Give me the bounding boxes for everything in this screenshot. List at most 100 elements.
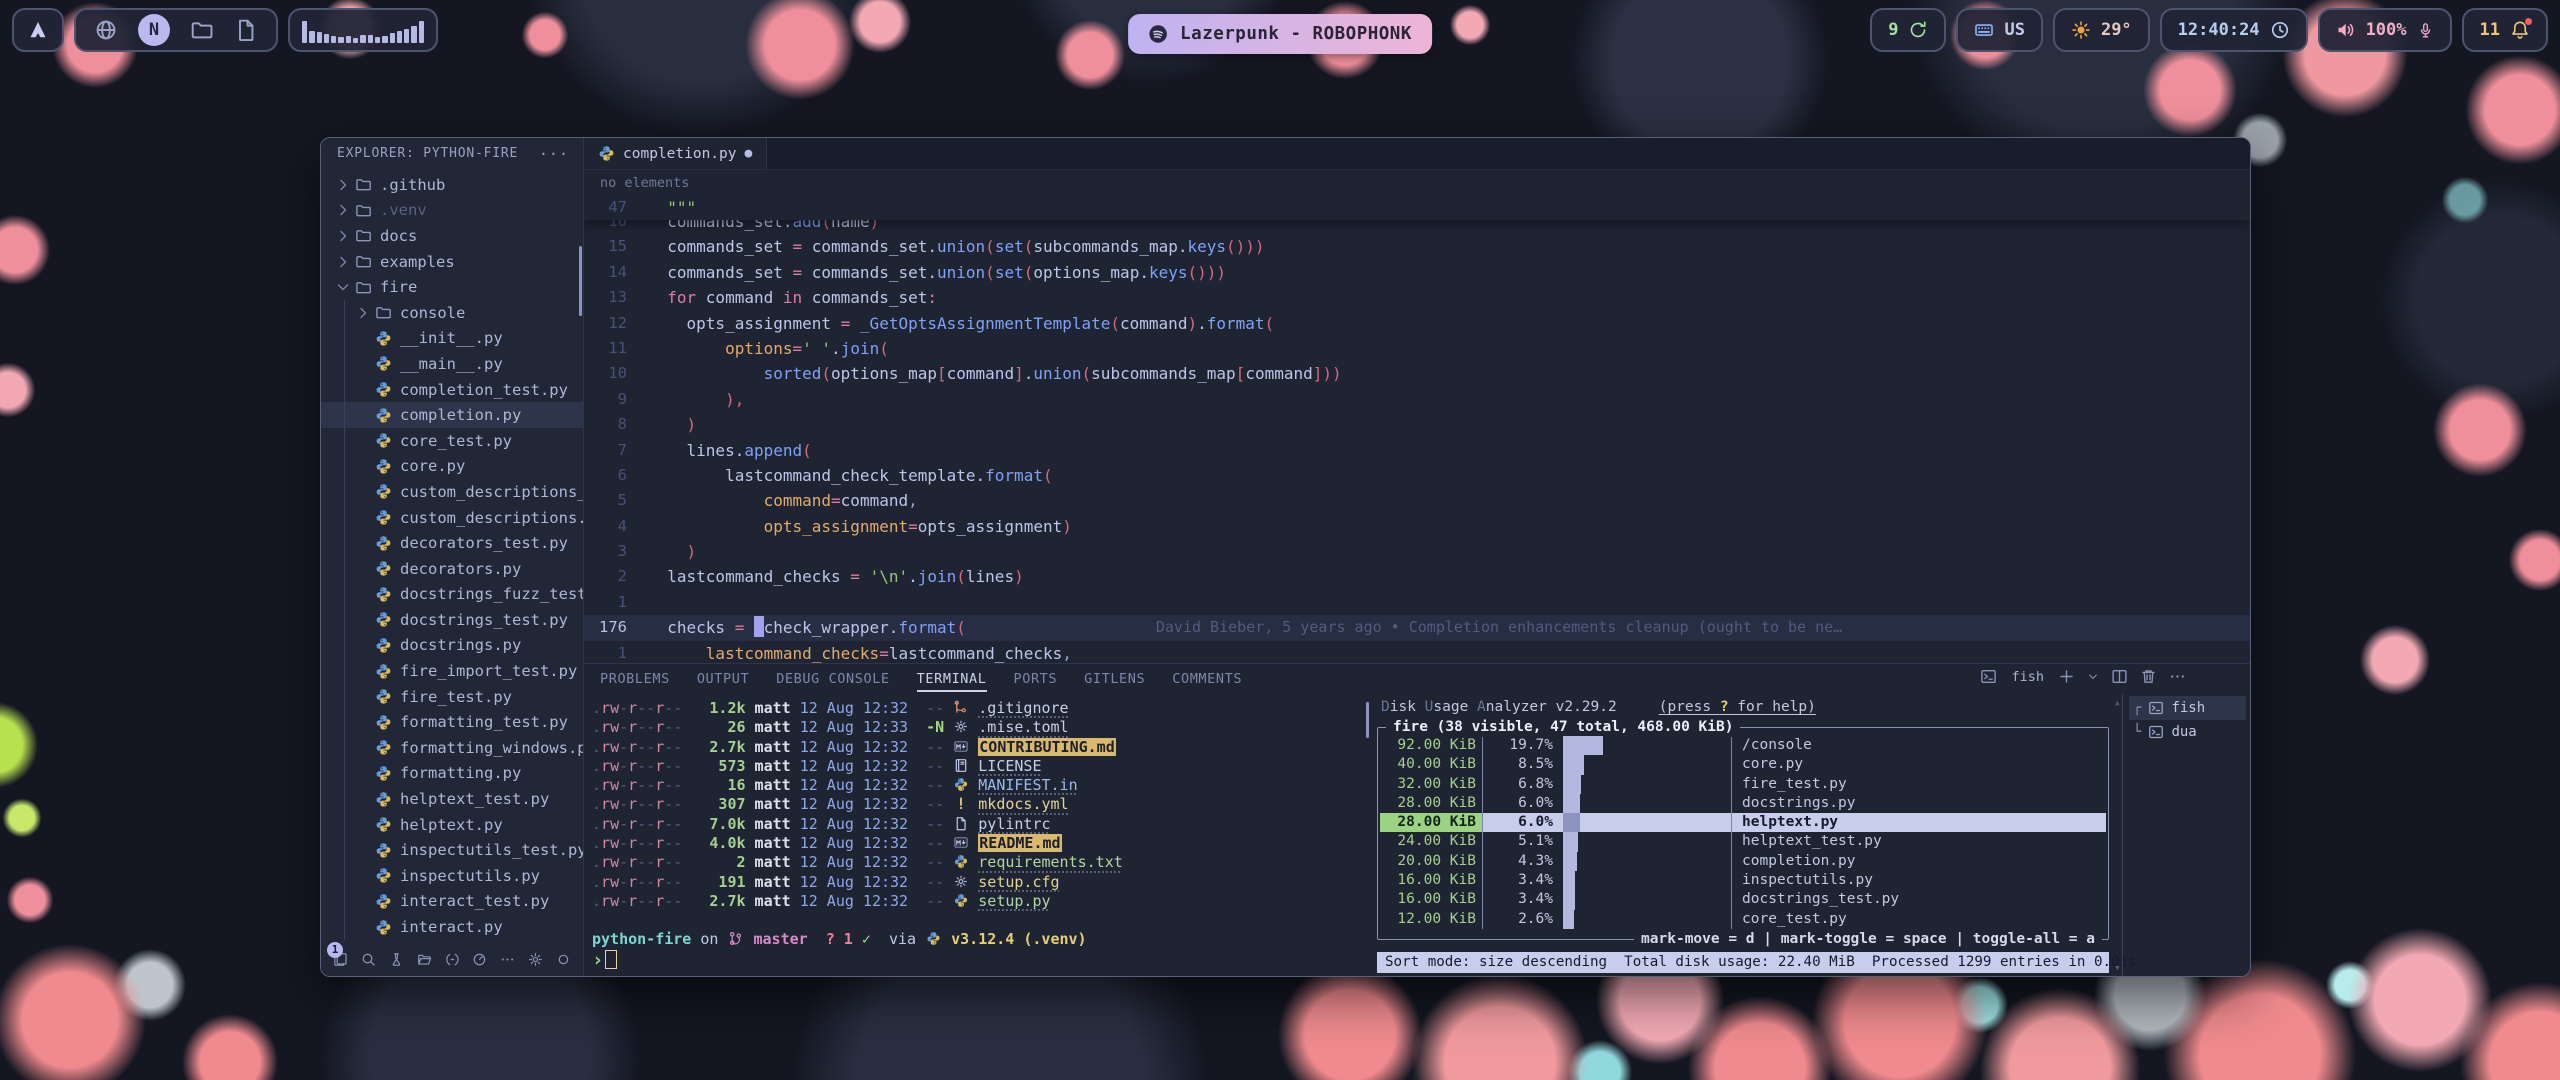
activity-gear-button[interactable]	[528, 949, 543, 970]
code-editor[interactable]: 47 """16 commands_set.add(name)15 comman…	[584, 195, 2250, 663]
activity-brackets-button[interactable]	[445, 949, 460, 970]
clock-widget[interactable]: 12:40:24	[2160, 8, 2308, 52]
tree-item-formatting.py[interactable]: formatting.py	[321, 761, 583, 787]
tree-item-helptext.py[interactable]: helptext.py	[321, 812, 583, 838]
file-date: 12 Aug 12:32	[800, 853, 908, 871]
tree-item-completion_test.py[interactable]: completion_test.py	[321, 377, 583, 403]
tree-item-formatting_windows.py[interactable]: formatting_windows.py	[321, 735, 583, 761]
dua-row-core.py[interactable]: 40.00 KiB8.5%core.py	[1380, 755, 2106, 774]
activity-files-button[interactable]: 1	[333, 949, 348, 970]
terminal-list-item-fish[interactable]: ┌fish	[2129, 696, 2246, 720]
file-link[interactable]: setup.py	[978, 892, 1050, 910]
file-link[interactable]: MANIFEST.in	[978, 776, 1077, 794]
tree-item-fire_test.py[interactable]: fire_test.py	[321, 684, 583, 710]
updates-widget[interactable]: 9	[1870, 8, 1946, 52]
panel-tab-terminal[interactable]: TERMINAL	[917, 667, 987, 692]
tree-item-interact_test.py[interactable]: interact_test.py	[321, 889, 583, 915]
tree-item-.venv[interactable]: .venv	[321, 198, 583, 224]
file-link[interactable]: pylintrc	[978, 815, 1050, 833]
dua-row-fire_test.py[interactable]: 32.00 KiB6.8%fire_test.py	[1380, 775, 2106, 794]
tree-item-completion.py[interactable]: completion.py	[321, 402, 583, 428]
activity-record-button[interactable]	[472, 949, 487, 970]
dua-row-inspectutils.py[interactable]: 16.00 KiB3.4%inspectutils.py	[1380, 871, 2106, 890]
file-size: 16	[682, 776, 745, 794]
tree-item-decorators_test.py[interactable]: decorators_test.py	[321, 530, 583, 556]
workspace-notes[interactable]: N	[138, 14, 170, 46]
sidebar-scrollbar[interactable]	[579, 246, 582, 316]
tree-item-__init__.py[interactable]: __init__.py	[321, 326, 583, 352]
activity-beaker-button[interactable]	[389, 949, 404, 970]
indent-spacer	[355, 919, 371, 935]
tree-item-docstrings_test.py[interactable]: docstrings_test.py	[321, 607, 583, 633]
tree-item-interact.py[interactable]: interact.py	[321, 914, 583, 940]
tree-item-core_test.py[interactable]: core_test.py	[321, 428, 583, 454]
notifications-widget[interactable]: 11	[2462, 8, 2548, 52]
tree-item-fire[interactable]: fire	[321, 274, 583, 300]
file-link[interactable]: mkdocs.yml	[978, 795, 1068, 813]
file-date: 12 Aug 12:32	[800, 815, 908, 833]
dua-row-core_test.py[interactable]: 12.00 KiB2.6%core_test.py	[1380, 910, 2106, 929]
tab-completion-py[interactable]: completion.py ●	[584, 138, 767, 169]
file-link[interactable]: LICENSE	[978, 757, 1041, 775]
dua-row-docstrings_test.py[interactable]: 16.00 KiB3.4%docstrings_test.py	[1380, 890, 2106, 909]
file-link[interactable]: .mise.toml	[978, 718, 1068, 736]
tree-item-custom_descriptions_test.[interactable]: custom_descriptions_test.…	[321, 479, 583, 505]
tree-item-examples[interactable]: examples	[321, 249, 583, 275]
activity-circle-button[interactable]	[556, 949, 571, 970]
dua-row-docstrings.py[interactable]: 28.00 KiB6.0%docstrings.py	[1380, 794, 2106, 813]
tree-item-.github[interactable]: .github	[321, 172, 583, 198]
file-link[interactable]: setup.cfg	[978, 873, 1059, 891]
tree-item-__main__.py[interactable]: __main__.py	[321, 351, 583, 377]
tree-item-formatting_test.py[interactable]: formatting_test.py	[321, 709, 583, 735]
keyboard-layout-widget[interactable]: US	[1956, 8, 2042, 52]
tree-item-helptext_test.py[interactable]: helptext_test.py	[321, 786, 583, 812]
activity-ellipsis-button[interactable]	[500, 949, 515, 970]
scroll-up-arrow[interactable]: ▴	[2114, 696, 2121, 709]
tree-item-docs[interactable]: docs	[321, 223, 583, 249]
dua-bar-fill	[1563, 755, 1584, 774]
git-status: --	[908, 738, 953, 756]
tree-item-core.py[interactable]: core.py	[321, 454, 583, 480]
audio-widget[interactable]: 100%	[2318, 8, 2452, 52]
now-playing-pill[interactable]: Lazerpunk - ROBOPHONK	[1128, 14, 1432, 54]
tree-item-custom_descriptions.py[interactable]: custom_descriptions.py	[321, 505, 583, 531]
panel-tab-output[interactable]: OUTPUT	[697, 667, 749, 692]
activity-folder-opened-button[interactable]	[417, 949, 432, 970]
tree-item-inspectutils_test.py[interactable]: inspectutils_test.py	[321, 837, 583, 863]
tree-item-fire_import_test.py[interactable]: fire_import_test.py	[321, 658, 583, 684]
indent-spacer	[355, 791, 371, 807]
tree-item-docstrings_fuzz_test.py[interactable]: docstrings_fuzz_test.py	[321, 582, 583, 608]
terminal-dua[interactable]: Disk Usage Analyzer v2.29.2(press ? for …	[1377, 698, 2109, 973]
workspace-files[interactable]	[190, 18, 214, 42]
workspace-browser[interactable]	[94, 18, 118, 42]
terminal-scrollbar[interactable]	[1366, 702, 1369, 738]
file-link[interactable]: .gitignore	[978, 699, 1068, 717]
tree-item-inspectutils.py[interactable]: inspectutils.py	[321, 863, 583, 889]
shell-input-line[interactable]: ›	[592, 950, 1362, 969]
panel-tab-debug-console[interactable]: DEBUG CONSOLE	[776, 667, 889, 692]
explorer-more-button[interactable]: ···	[539, 145, 569, 163]
tree-item-docstrings.py[interactable]: docstrings.py	[321, 633, 583, 659]
file-link[interactable]: CONTRIBUTING.md	[978, 738, 1115, 756]
dua-row-completion.py[interactable]: 20.00 KiB4.3%completion.py	[1380, 852, 2106, 871]
file-link[interactable]: README.md	[978, 834, 1061, 852]
panel-tab-comments[interactable]: COMMENTS	[1172, 667, 1242, 692]
panel-tab-problems[interactable]: PROBLEMS	[600, 667, 670, 692]
terminal-list-item-dua[interactable]: └dua	[2129, 720, 2246, 744]
python-icon	[375, 483, 392, 500]
tree-item-label: docstrings_test.py	[400, 611, 568, 629]
dua-row-console[interactable]: 92.00 KiB19.7%/console	[1380, 736, 2106, 755]
tree-item-decorators.py[interactable]: decorators.py	[321, 556, 583, 582]
tree-item-console[interactable]: console	[321, 300, 583, 326]
panel-tab-gitlens[interactable]: GITLENS	[1084, 667, 1145, 692]
file-link[interactable]: requirements.txt	[978, 853, 1123, 871]
dua-row-helptext.py[interactable]: 28.00 KiB6.0%helptext.py	[1380, 813, 2106, 832]
activity-search-button[interactable]	[361, 949, 376, 970]
launcher-button[interactable]	[12, 8, 64, 52]
scroll-down-arrow[interactable]: ▾	[2114, 961, 2121, 974]
weather-widget[interactable]: 29°	[2053, 8, 2150, 52]
panel-tab-ports[interactable]: PORTS	[1014, 667, 1058, 692]
terminal-fish[interactable]: .rw-r--r-- 1.2k matt 12 Aug 12:32 -- .gi…	[592, 699, 1362, 969]
dua-row-helptext_test.py[interactable]: 24.00 KiB5.1%helptext_test.py	[1380, 832, 2106, 851]
workspace-documents[interactable]	[234, 18, 258, 42]
